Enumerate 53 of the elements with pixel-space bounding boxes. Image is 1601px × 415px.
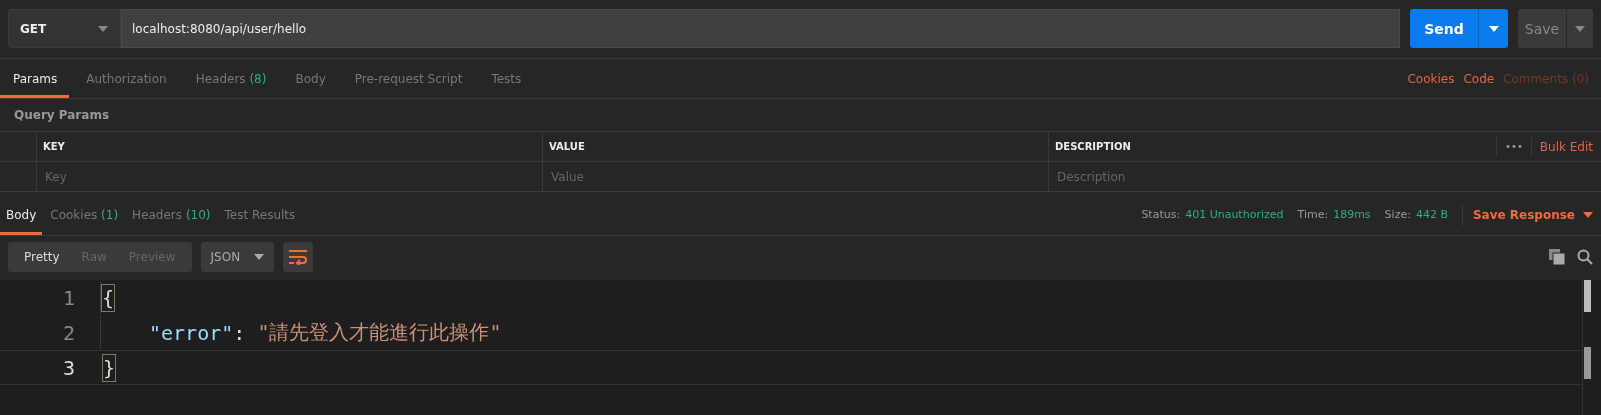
caret-icon [1575, 25, 1585, 32]
tab[interactable]: Params [0, 59, 70, 98]
bracket: } [102, 353, 117, 382]
more-button[interactable]: ••• [1496, 136, 1532, 157]
scrollbar-marker [1584, 347, 1591, 379]
tab[interactable]: Body [283, 59, 338, 98]
line-number: 3 [61, 355, 75, 380]
caret-icon [1488, 25, 1499, 32]
tab[interactable]: Authorization [74, 59, 179, 98]
search-icon [1577, 249, 1593, 265]
tab[interactable]: Pre-request Script [342, 59, 475, 98]
tab[interactable]: Tests [479, 59, 534, 98]
copy-button[interactable] [1549, 249, 1565, 265]
scrollbar-thumb[interactable] [1584, 280, 1591, 312]
tab[interactable]: Body [0, 194, 43, 235]
tab[interactable]: Headers (10) [126, 194, 217, 235]
link[interactable]: Code [1463, 71, 1495, 86]
input-field[interactable]: Description [1055, 168, 1578, 185]
link[interactable]: Cookies [1407, 71, 1455, 86]
search-button[interactable] [1577, 249, 1593, 265]
wrap-lines-button[interactable] [282, 242, 313, 272]
column-header: KEY [37, 132, 543, 161]
colon: : [233, 320, 247, 345]
caret-icon [1583, 211, 1593, 218]
tab[interactable]: Test Results [218, 194, 302, 235]
status-value: 401 Unauthorized [1185, 208, 1284, 221]
line-number: 1 [61, 285, 75, 310]
bulk-edit-link[interactable]: Bulk Edit [1531, 139, 1601, 154]
method-dropdown[interactable]: GET [8, 9, 121, 48]
section-title: Query Params [13, 107, 111, 124]
column-header: DESCRIPTION [1055, 141, 1131, 152]
copy-icon [1549, 249, 1565, 265]
caret-icon [253, 254, 264, 260]
url-field[interactable]: localhost:8080/api/user/hello [121, 9, 1400, 48]
status-value: 189ms [1333, 208, 1371, 221]
json-string: "請先登入才能進行此操作" [257, 319, 502, 346]
status-label: Time: [1297, 208, 1329, 221]
save-response-button[interactable]: Save Response [1461, 203, 1593, 226]
json-key: "error" [149, 320, 234, 345]
wrap-icon [287, 249, 308, 265]
status-value: 442 B [1415, 208, 1448, 221]
status-label: Status: [1141, 208, 1181, 221]
column-header: VALUE [543, 132, 1049, 161]
status-label: Size: [1384, 208, 1411, 221]
bracket: { [101, 283, 116, 312]
line-number: 2 [61, 320, 75, 345]
format-dropdown[interactable]: JSON [200, 242, 274, 272]
view-mode-tab[interactable]: Pretty [13, 242, 71, 272]
caret-icon [98, 25, 108, 32]
tab[interactable]: Headers (8) [183, 59, 279, 98]
input-field[interactable]: Value [549, 168, 1028, 185]
input-field[interactable]: Key [43, 168, 522, 185]
tab[interactable]: Cookies (1) [44, 194, 125, 235]
